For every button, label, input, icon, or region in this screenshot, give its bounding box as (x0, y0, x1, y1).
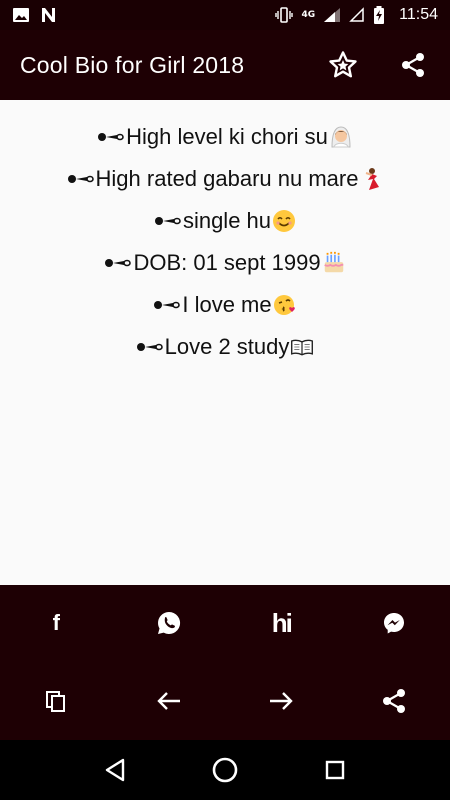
status-bar: 4G 11:54 (0, 0, 450, 30)
system-nav-bar (0, 740, 450, 800)
ribbon-bullet-icon (153, 298, 181, 312)
app-bar: Cool Bio for Girl 2018 (0, 30, 450, 100)
network-type: 4G (301, 10, 316, 20)
bio-line[interactable]: single hu (154, 200, 296, 242)
share-bar: f hi (0, 585, 450, 740)
star-icon[interactable] (326, 48, 360, 82)
page-title: Cool Bio for Girl 2018 (20, 51, 245, 78)
arrow-left-icon[interactable] (149, 681, 189, 721)
n-notification-icon (40, 7, 56, 23)
image-icon (12, 7, 30, 23)
cake-icon (322, 251, 346, 275)
book-icon (290, 335, 314, 359)
bride-icon (329, 125, 353, 149)
bio-line[interactable]: High rated gabaru nu mare (67, 158, 384, 200)
bio-line[interactable]: Love 2 study (136, 326, 315, 368)
share-row-actions (0, 671, 450, 731)
share-icon[interactable] (396, 48, 430, 82)
kiss-icon (273, 293, 297, 317)
share-row-social: f hi (0, 593, 450, 653)
hike-icon[interactable]: hi (261, 603, 301, 643)
signal-icon (323, 7, 341, 23)
bio-line[interactable]: High level ki chori su (97, 116, 353, 158)
bio-line[interactable]: I love me (153, 284, 296, 326)
ribbon-bullet-icon (136, 340, 164, 354)
battery-charging-icon (373, 6, 385, 24)
dancer-icon (359, 167, 383, 191)
recents-icon[interactable] (318, 753, 352, 787)
ribbon-bullet-icon (97, 130, 125, 144)
smile-icon (272, 209, 296, 233)
bio-content: High level ki chori su High rated gabaru… (0, 100, 450, 585)
arrow-right-icon[interactable] (261, 681, 301, 721)
share-icon[interactable] (374, 681, 414, 721)
messenger-icon[interactable] (374, 603, 414, 643)
vibrate-icon (275, 7, 294, 23)
facebook-icon[interactable]: f (36, 603, 76, 643)
bio-text: High level ki chori su (126, 124, 328, 149)
ribbon-bullet-icon (104, 256, 132, 270)
whatsapp-icon[interactable] (149, 603, 189, 643)
ribbon-bullet-icon (67, 172, 95, 186)
back-icon[interactable] (98, 753, 132, 787)
bio-text: Love 2 study (164, 334, 290, 359)
copy-icon[interactable] (36, 681, 76, 721)
home-icon[interactable] (208, 753, 242, 787)
no-sim-icon (349, 7, 365, 23)
bio-text: single hu (182, 208, 272, 233)
bio-text: I love me (182, 292, 272, 317)
bio-text: High rated gabaru nu mare (95, 166, 359, 191)
bio-text: DOB: 01 sept 1999 (133, 250, 321, 275)
ribbon-bullet-icon (154, 214, 182, 228)
clock: 11:54 (399, 6, 438, 23)
bio-line[interactable]: DOB: 01 sept 1999 (104, 242, 345, 284)
